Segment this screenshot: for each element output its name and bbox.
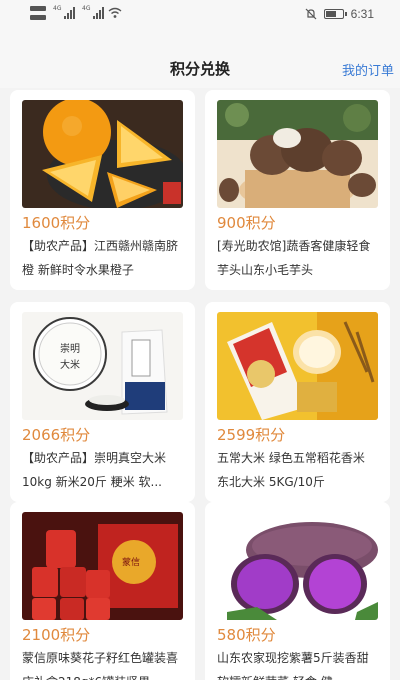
mute-bell-icon (305, 8, 317, 20)
product-image-sunflower-seeds: 蒙信 (22, 512, 183, 620)
product-image-rice: 崇明 大米 (22, 312, 183, 420)
product-card[interactable]: 900积分 [寿光助农馆]蔬香客健康轻食 芋头山东小毛芋头 (205, 90, 390, 290)
product-points: 580积分 (217, 626, 276, 644)
wifi-icon (108, 7, 122, 18)
product-points: 2066积分 (22, 426, 91, 444)
battery-icon (323, 9, 347, 19)
product-card[interactable]: 蒙信 2100积分 蒙信原味葵花子籽红色罐装喜庆礼盒218g*6罐装坚果 (10, 502, 195, 680)
svg-text:大米: 大米 (60, 358, 80, 371)
product-points: 900积分 (217, 214, 276, 232)
status-bar: 4G 4G 6:31 (0, 0, 400, 30)
product-points: 2100积分 (22, 626, 91, 644)
svg-text:蒙信: 蒙信 (122, 556, 140, 568)
product-points: 2599积分 (217, 426, 286, 444)
signal-icon: 4G (82, 5, 104, 19)
product-card[interactable]: 2599积分 五常大米 绿色五常稻花香米 东北大米 5KG/10斤 (205, 302, 390, 502)
product-title: 【助农产品】江西赣州赣南脐橙 新鲜时令水果橙子 (22, 239, 179, 277)
product-title: 五常大米 绿色五常稻花香米 东北大米 5KG/10斤 (217, 451, 365, 489)
my-orders-link[interactable]: 我的订单 (342, 60, 394, 79)
page-header: 积分兑换 我的订单 (0, 30, 400, 88)
clock: 6:31 (350, 7, 374, 21)
product-title: [寿光助农馆]蔬香客健康轻食 芋头山东小毛芋头 (217, 239, 371, 277)
product-card[interactable]: 580积分 山东农家现挖紫薯5斤装香甜软糯新鲜蔬菜 轻食 健 (205, 502, 390, 680)
product-image-wuchang-rice (217, 312, 378, 420)
sim-icon (30, 6, 46, 20)
product-image-taro (217, 100, 378, 208)
product-image-oranges (22, 100, 183, 208)
product-title: 蒙信原味葵花子籽红色罐装喜庆礼盒218g*6罐装坚果 (22, 651, 179, 680)
product-image-purple-sweet-potato (217, 512, 378, 620)
svg-text:崇明: 崇明 (60, 343, 80, 355)
product-card[interactable]: 1600积分 【助农产品】江西赣州赣南脐橙 新鲜时令水果橙子 (10, 90, 195, 290)
product-title: 【助农产品】崇明真空大米10kg 新米20斤 粳米 软... (22, 451, 167, 489)
page-title: 积分兑换 (169, 60, 230, 78)
product-points: 1600积分 (22, 214, 91, 232)
signal-icon: 4G (53, 5, 75, 19)
product-title: 山东农家现挖紫薯5斤装香甜软糯新鲜蔬菜 轻食 健 (217, 651, 369, 680)
product-card[interactable]: 崇明 大米 2066积分 【助农产品】崇明真空大米10kg 新米20斤 粳米 软… (10, 302, 195, 502)
